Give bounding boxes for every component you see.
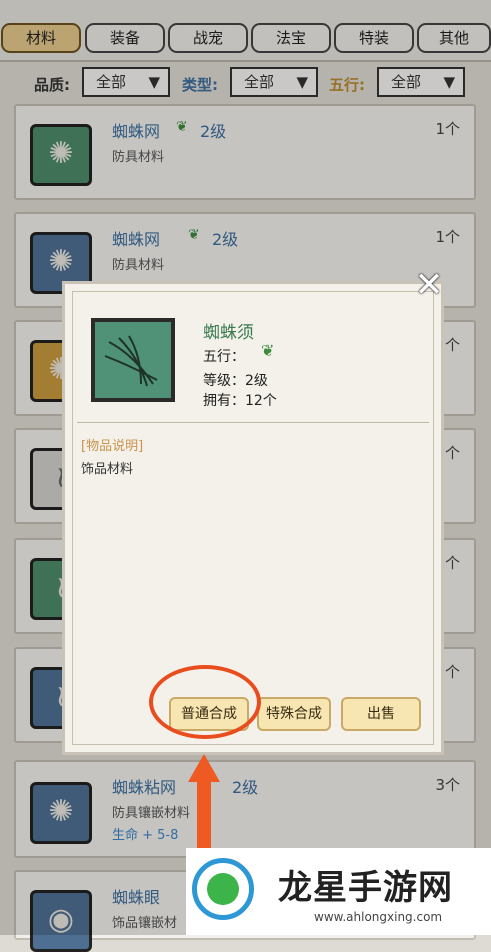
close-icon[interactable]: ✕ <box>410 266 448 304</box>
divider <box>77 422 429 423</box>
watermark-title: 龙星手游网 <box>278 868 453 908</box>
description-body: 饰品材料 <box>81 462 134 477</box>
sell-button[interactable]: 出售 <box>341 697 421 731</box>
modal-item-name: 蜘蛛须 <box>203 323 254 343</box>
modal-element-label: 五行： <box>203 349 245 365</box>
leaf-icon: ❦ <box>261 341 275 360</box>
modal-level: 等级：2级 <box>203 373 268 389</box>
watermark-logo-icon <box>192 858 254 920</box>
description-header: [物品说明] <box>81 439 144 454</box>
watermark: 龙星手游网 www.ahlongxing.com <box>186 848 491 935</box>
highlight-circle <box>149 665 261 739</box>
spider-whisker-icon <box>91 318 175 402</box>
modal-owned: 拥有：12个 <box>203 393 277 409</box>
special-synthesis-button[interactable]: 特殊合成 <box>257 697 331 731</box>
watermark-url: www.ahlongxing.com <box>314 910 443 924</box>
